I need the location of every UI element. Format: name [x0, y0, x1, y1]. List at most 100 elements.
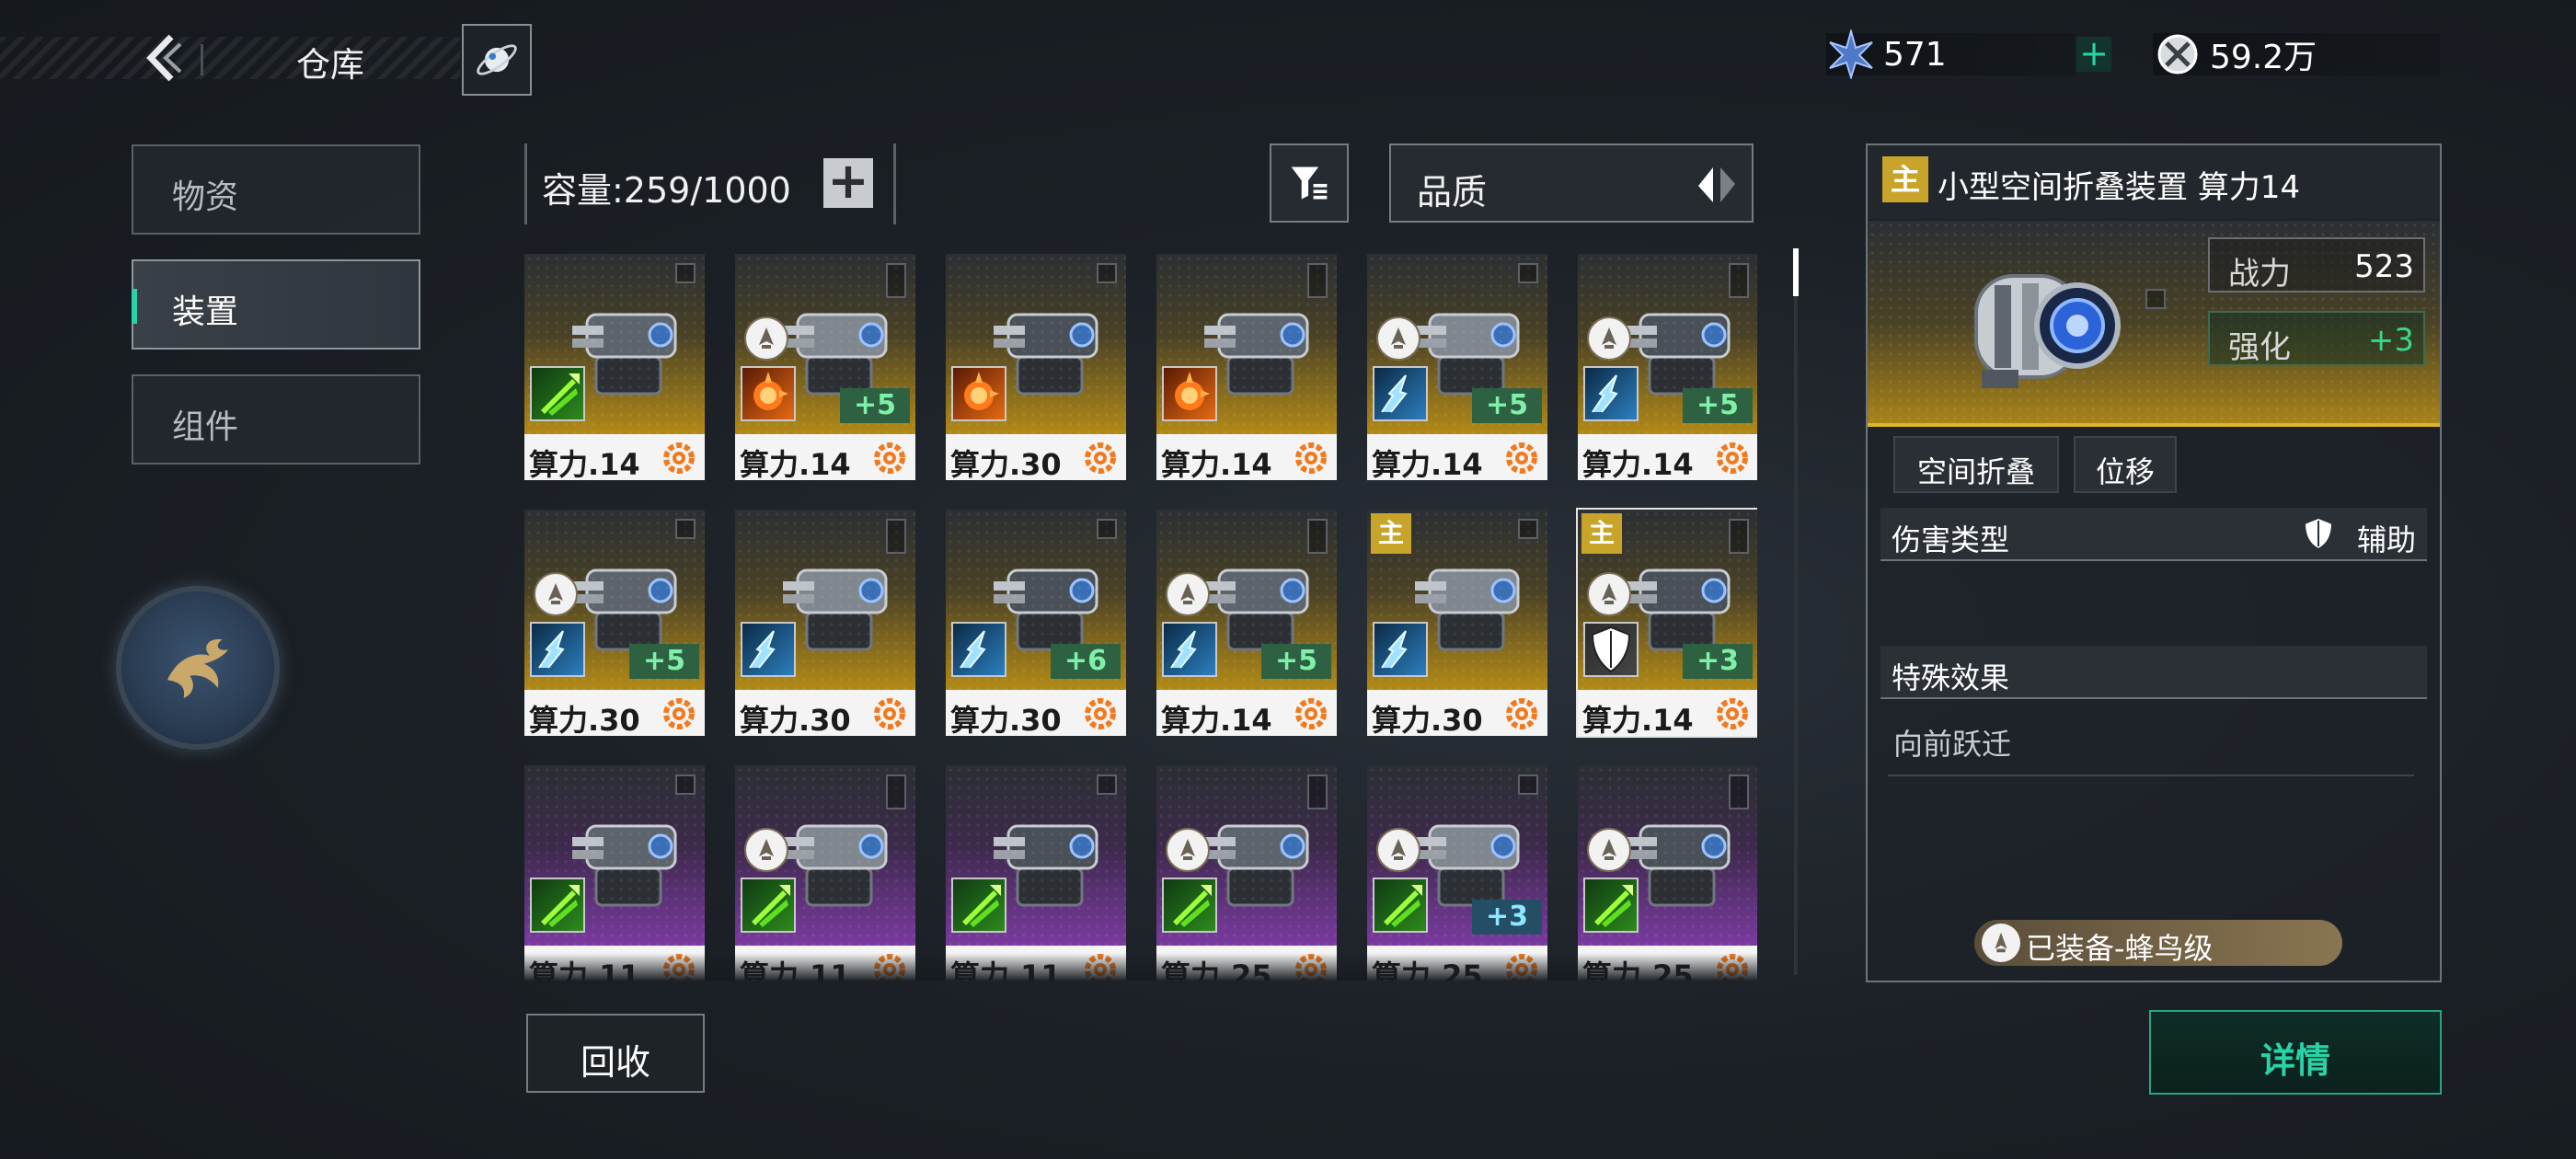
power-value: 算力.14 [529, 447, 640, 480]
select-checkbox[interactable] [675, 263, 696, 283]
tab-label: 物资 [172, 178, 239, 216]
item-title: 小型空间折叠装置 算力14 [1938, 169, 2301, 206]
special-effect-text: 向前跃迁 [1893, 727, 2012, 762]
planet-icon [477, 44, 517, 75]
device-card[interactable]: 主算力.30 [1367, 510, 1547, 736]
device-card[interactable]: +5 算力.30 [524, 510, 705, 736]
main-tag: 主 [1581, 513, 1622, 554]
power-value: 算力.11 [529, 958, 640, 981]
tag-space-fold[interactable]: 空间折叠 [1893, 436, 2059, 493]
recycle-button[interactable]: 回收 [526, 1014, 705, 1093]
select-checkbox[interactable] [1097, 263, 1117, 283]
tab-label: 组件 [172, 408, 239, 446]
device-card[interactable]: +5 算力.14 [735, 254, 915, 480]
add-crystal-button[interactable]: + [2076, 36, 2111, 72]
topbar-stripe [0, 37, 460, 79]
select-checkbox[interactable] [1307, 519, 1328, 554]
detail-panel: 主 小型空间折叠装置 算力14 战力 523 强化 +3 空间折叠 位移 伤害类… [1866, 143, 2442, 982]
effect-divider [1888, 775, 2414, 776]
damage-type-row: 伤害类型 辅助 [1880, 508, 2427, 561]
device-card[interactable]: 算力.25 [1578, 765, 1757, 981]
device-card[interactable]: 算力.14 [1156, 254, 1337, 480]
sort-order-icon [1698, 167, 1735, 202]
device-card[interactable]: +3 算力.25 [1367, 765, 1547, 981]
sort-dropdown[interactable]: 品质 [1389, 143, 1754, 223]
device-card[interactable]: +5 算力.14 [1578, 254, 1757, 480]
gear-icon [1293, 951, 1329, 981]
main-tag: 主 [1371, 513, 1411, 554]
select-checkbox[interactable] [1518, 263, 1538, 283]
select-checkbox[interactable] [1307, 775, 1328, 809]
scrollbar-thumb[interactable] [1793, 248, 1799, 296]
select-checkbox[interactable] [1307, 263, 1328, 298]
power-value: 算力.11 [950, 958, 1062, 981]
blue-type-icon [951, 622, 1006, 677]
card-footer: 算力.30 [946, 690, 1126, 736]
device-card[interactable]: 主 +3 算力.14 [1576, 508, 1757, 738]
tab-components[interactable]: 组件 [132, 374, 420, 465]
details-button[interactable]: 详情 [2149, 1010, 2442, 1095]
blue-type-icon [741, 622, 796, 677]
enhance-badge: +3 [1472, 900, 1542, 935]
green-type-icon [530, 878, 585, 933]
coin-icon [2157, 34, 2198, 75]
filter-button[interactable] [1270, 143, 1349, 223]
blue-type-icon [1583, 366, 1639, 421]
tab-devices[interactable]: 装置 [132, 259, 420, 350]
tag-displacement[interactable]: 位移 [2074, 436, 2177, 493]
power-value: 算力.25 [1161, 958, 1272, 981]
device-card[interactable]: +6 算力.30 [946, 510, 1126, 736]
tag-label: 空间折叠 [1916, 454, 2035, 489]
device-card[interactable]: 算力.11 [946, 765, 1126, 981]
ship-icon [1376, 316, 1420, 361]
ship-icon [744, 828, 788, 872]
back-button[interactable] [138, 28, 184, 88]
equipped-badge[interactable]: 已装备-蜂鸟级 [1974, 920, 2342, 966]
scrollbar-track[interactable] [1794, 248, 1798, 975]
damage-type-label: 伤害类型 [1892, 522, 2010, 557]
select-checkbox[interactable] [886, 775, 906, 809]
ship-icon [1587, 572, 1631, 616]
power-value: 算力.30 [529, 703, 640, 736]
detail-header: 主 小型空间折叠装置 算力14 [1868, 145, 2440, 219]
device-card[interactable]: 算力.30 [735, 510, 915, 736]
device-card[interactable]: +5 算力.14 [1156, 510, 1337, 736]
crystal-amount: 571 [1883, 35, 1947, 74]
device-card[interactable]: 算力.25 [1156, 765, 1337, 981]
select-checkbox[interactable] [1518, 519, 1538, 539]
device-card[interactable]: 算力.11 [524, 765, 705, 981]
device-card[interactable]: 算力.11 [735, 765, 915, 981]
planet-button[interactable] [462, 24, 532, 96]
select-checkbox[interactable] [675, 775, 696, 795]
faction-emblem[interactable] [121, 591, 274, 744]
card-footer: 算力.30 [524, 690, 705, 736]
select-checkbox[interactable] [1097, 519, 1117, 539]
lock-checkbox[interactable] [2145, 289, 2166, 309]
expand-capacity-button[interactable]: + [823, 156, 873, 208]
item-preview: 战力 523 强化 +3 [1868, 221, 2440, 427]
select-checkbox[interactable] [1729, 263, 1749, 298]
card-footer: 算力.11 [735, 946, 915, 981]
ship-icon [1982, 924, 2020, 962]
green-type-icon [530, 366, 585, 421]
select-checkbox[interactable] [886, 263, 906, 298]
enhance-badge: +5 [1472, 388, 1542, 423]
select-checkbox[interactable] [886, 519, 906, 554]
select-checkbox[interactable] [1518, 775, 1538, 795]
device-card[interactable]: 算力.30 [946, 254, 1126, 480]
tab-materials[interactable]: 物资 [132, 144, 420, 235]
select-checkbox[interactable] [675, 519, 696, 539]
select-checkbox[interactable] [1729, 775, 1749, 809]
card-footer: 算力.30 [735, 690, 915, 736]
select-checkbox[interactable] [1729, 519, 1749, 554]
main-tag: 主 [1882, 156, 1928, 202]
device-card[interactable]: +5 算力.14 [1367, 254, 1547, 480]
device-card[interactable]: 算力.14 [524, 254, 705, 480]
ship-icon [534, 572, 578, 616]
phoenix-icon [167, 638, 228, 698]
gear-icon [871, 951, 908, 981]
details-label: 详情 [2260, 1040, 2330, 1081]
gear-icon [661, 695, 697, 732]
select-checkbox[interactable] [1097, 775, 1117, 795]
power-value: 算力.14 [1161, 703, 1272, 736]
